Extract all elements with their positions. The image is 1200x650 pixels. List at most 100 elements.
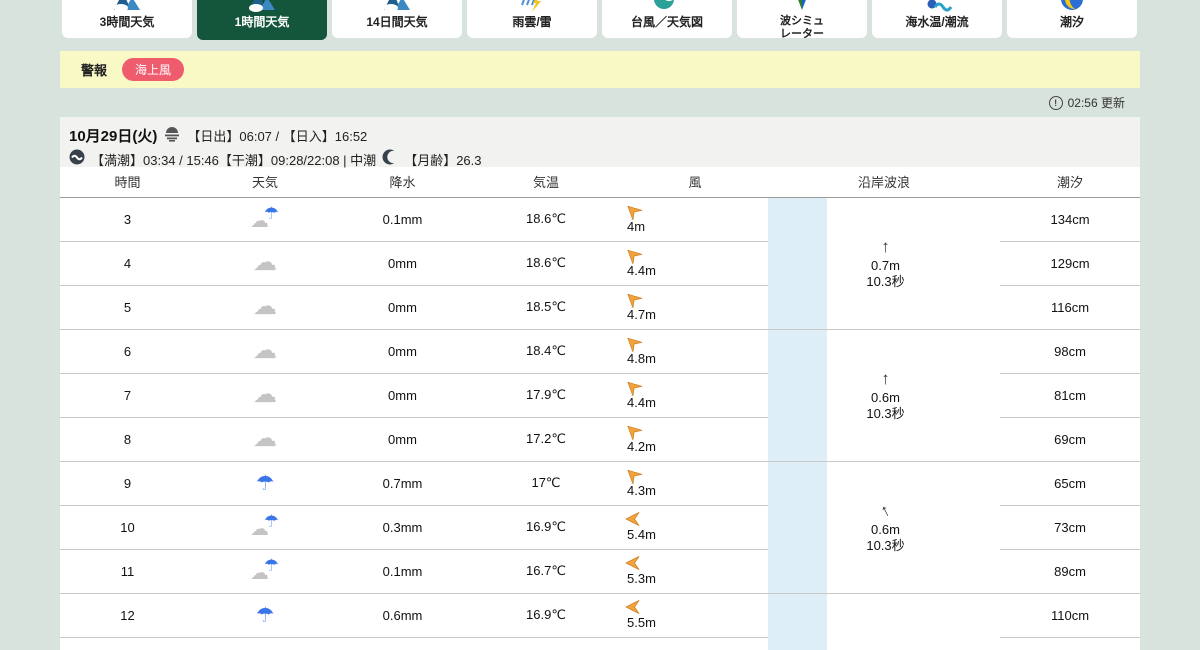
tab-typhoon-weather-map[interactable]: 台風／天気図 [602,0,732,38]
tide-cell: 110cm [1000,593,1141,638]
hour-cell: 4 [60,241,195,286]
hour-cell [60,637,195,650]
tide-cell: 89cm [1000,549,1141,594]
hour-cell: 3 [60,197,195,242]
temp-cell: 17.9℃ [470,373,622,418]
mountain-weather-icon [247,0,277,14]
update-time-row: ! 02:56 更新 [1048,94,1125,111]
tab-wave-simulator[interactable]: 波シミュ レーター [737,0,867,41]
tab-label: レーター [780,28,824,41]
temp-cell: 18.4℃ [470,329,622,374]
table-header-row: 時間 天気 降水 気温 風 沿岸波浪 潮汐 [60,167,1141,198]
wind-cell: 4.2m [622,417,768,462]
col-header-tide: 潮汐 [1000,167,1141,198]
temp-cell: 16.9℃ [470,505,622,550]
temp-cell: 18.5℃ [470,285,622,330]
wind-cell: 4.3m [622,461,768,506]
wave-simulator-icon [787,0,817,14]
col-header-wind: 風 [622,167,768,198]
wind-cell: 4.8m [622,329,768,374]
tide-cell: 116cm [1000,285,1141,330]
precip-cell: 0.1mm [335,549,470,594]
table-row: 3 ☁ ☂ 0.1mm 18.6℃ 4m ↑ 0.7m 10.3秒 134cm [60,197,1141,330]
temp-cell: 17.2℃ [470,417,622,462]
wave-direction-icon: ↑ [881,236,890,256]
sunrise-icon [163,124,181,147]
wind-speed: 4.2m [627,439,656,455]
wind-direction-icon [625,555,641,571]
wind-speed: 4.3m [627,483,656,499]
info-icon[interactable]: ! [1048,95,1063,110]
sunrise-sunset-times: 【日出】06:07 / 【日入】16:52 [187,129,368,144]
update-time-label: 02:56 更新 [1067,96,1125,110]
tide-wave-icon [69,149,85,170]
cloudy-icon: ☁ [253,381,277,408]
tab-label: 海水温/潮流 [905,15,969,29]
mountain-weather-icon [382,0,412,14]
tide-cell: 129cm [1000,241,1141,286]
col-header-weather: 天気 [195,167,335,198]
wind-cell: 4.4m [622,241,768,286]
tide-graph-strip [768,593,827,650]
cloudy-rain-icon: ☁ ☂ [250,555,279,584]
wind-speed: 4.8m [627,351,656,367]
wind-cell: 4.7m [622,285,768,330]
tide-icon [1057,0,1087,14]
table-row: 6 ☁ 0mm 18.4℃ 4.8m ↑ 0.6m 10.3秒 98cm [60,329,1141,462]
wind-cell: 5.5m [622,593,768,638]
wave-period: 10.3秒 [866,406,905,422]
wind-speed: 4m [627,219,646,235]
warning-label: 警報 [81,63,108,78]
precip-cell: 0mm [335,285,470,330]
wave-cell: ↑ 0.6m 10.3秒 [827,329,1001,462]
tab-label: 雨雲/雷 [512,15,552,29]
wave-direction-icon: ↑ [881,368,890,388]
tab-bar: 3時間天気 1時間天気 14日間天気 雨雲/雷 台風／天気図 波シミュ レーター… [62,0,1137,40]
moon-phase-icon [382,149,400,170]
tide-cell: 65cm [1000,461,1141,506]
wind-cell: 5.3m [622,549,768,594]
hour-cell: 8 [60,417,195,462]
tide-cell: 81cm [1000,373,1141,418]
wave-height: 0.7m [871,257,900,273]
tab-label: 3時間天気 [99,15,155,29]
warning-badge-sea-wind[interactable]: 海上風 [122,58,185,81]
precip-cell: 0.7mm [335,461,470,506]
tide-cell [1000,637,1141,650]
wave-direction-icon: ↑ [877,499,894,521]
tab-rain-cloud-radar[interactable]: 雨雲/雷 [467,0,597,38]
marine-weather-page: 3時間天気 1時間天気 14日間天気 雨雲/雷 台風／天気図 波シミュ レーター… [0,0,1200,650]
tab-1hour-weather[interactable]: 1時間天気 [197,0,327,40]
temp-cell [470,637,622,650]
precip-cell: 0.1mm [335,197,470,242]
hour-cell: 6 [60,329,195,374]
tab-tide[interactable]: 潮汐 [1007,0,1137,38]
wind-speed: 5.4m [627,527,656,543]
tab-sea-temp-current[interactable]: 海水温/潮流 [872,0,1002,38]
hour-cell: 7 [60,373,195,418]
wind-cell: 4.4m [622,373,768,418]
col-header-temp: 気温 [470,167,622,198]
wave-height: 0.6m [871,521,900,537]
warning-bar: 警報 海上風 [60,51,1140,88]
precip-cell: 0mm [335,329,470,374]
temp-cell: 17℃ [470,461,622,506]
cloudy-icon: ☁ [253,293,277,320]
hour-cell: 11 [60,549,195,594]
wind-cell: 4m [622,197,768,242]
wind-direction-icon [625,599,641,615]
cloudy-icon: ☁ [253,425,277,452]
wave-cell: ↑ 0.6m 10.3秒 [827,461,1001,594]
sea-temperature-icon [922,0,952,14]
cloudy-icon: ☁ [253,249,277,276]
tab-3hour-weather[interactable]: 3時間天気 [62,0,192,38]
wind-speed: 5.5m [627,615,656,631]
tab-label: 潮汐 [1059,15,1084,29]
wave-cell: ↑ 0.7m 10.3秒 [827,197,1001,330]
moon-age: 【月齢】26.3 [404,153,482,168]
tab-14day-weather[interactable]: 14日間天気 [332,0,462,38]
wave-cell: ↑ [827,593,1001,650]
temp-cell: 16.7℃ [470,549,622,594]
tab-label: 台風／天気図 [630,15,703,29]
wind-speed: 4.7m [627,307,656,323]
